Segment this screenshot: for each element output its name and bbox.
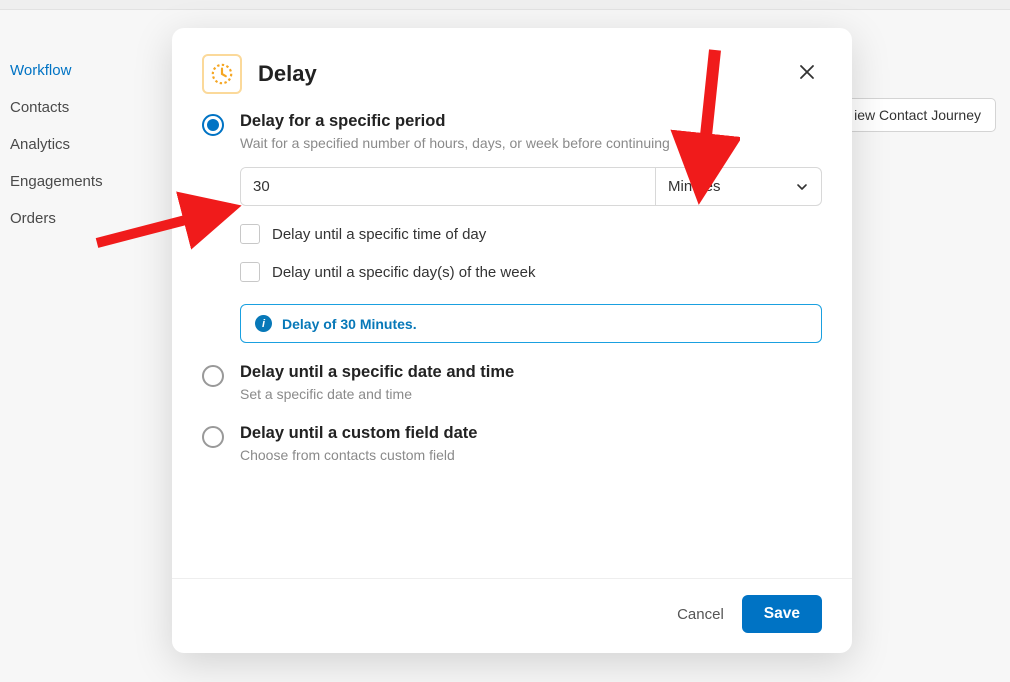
option-specific-date-time-subtitle: Set a specific date and time xyxy=(240,386,514,402)
cancel-button[interactable]: Cancel xyxy=(677,606,724,623)
checkbox-row-day-of-week[interactable]: Delay until a specific day(s) of the wee… xyxy=(240,262,822,282)
top-border xyxy=(0,0,1010,10)
delay-amount-input[interactable] xyxy=(241,168,655,205)
sidebar-item-contacts[interactable]: Contacts xyxy=(8,89,158,126)
close-icon xyxy=(798,63,816,81)
delay-summary-text: Delay of 30 Minutes. xyxy=(282,316,417,332)
sidebar-item-workflow[interactable]: Workflow xyxy=(8,52,158,89)
sidebar: Workflow Contacts Analytics Engagements … xyxy=(8,52,158,237)
checkbox-day-of-week-label: Delay until a specific day(s) of the wee… xyxy=(272,264,535,281)
info-icon: i xyxy=(255,315,272,332)
radio-specific-date-time[interactable] xyxy=(202,365,224,387)
sidebar-item-analytics[interactable]: Analytics xyxy=(8,126,158,163)
radio-custom-field-date[interactable] xyxy=(202,426,224,448)
radio-specific-period[interactable] xyxy=(202,114,224,136)
option-custom-field-date-subtitle: Choose from contacts custom field xyxy=(240,447,477,463)
option-specific-date-time[interactable]: Delay until a specific date and time Set… xyxy=(202,363,822,402)
option-specific-period-title: Delay for a specific period xyxy=(240,112,670,131)
chevron-down-icon xyxy=(795,180,809,194)
modal-footer: Cancel Save xyxy=(172,578,852,653)
sidebar-item-engagements[interactable]: Engagements xyxy=(8,163,158,200)
checkbox-row-time-of-day[interactable]: Delay until a specific time of day xyxy=(240,224,822,244)
sidebar-item-orders[interactable]: Orders xyxy=(8,200,158,237)
close-button[interactable] xyxy=(792,57,822,92)
option-specific-date-time-title: Delay until a specific date and time xyxy=(240,363,514,382)
checkbox-time-of-day-label: Delay until a specific time of day xyxy=(272,226,486,243)
save-button[interactable]: Save xyxy=(742,595,822,633)
option-custom-field-date-title: Delay until a custom field date xyxy=(240,424,477,443)
delay-unit-select[interactable]: Minutes xyxy=(655,168,821,205)
delay-icon xyxy=(202,54,242,94)
view-contact-journey-label: iew Contact Journey xyxy=(854,107,981,123)
modal-title: Delay xyxy=(258,61,317,87)
delay-summary-banner: i Delay of 30 Minutes. xyxy=(240,304,822,343)
delay-unit-selected: Minutes xyxy=(668,178,721,195)
option-specific-period-subtitle: Wait for a specified number of hours, da… xyxy=(240,135,670,151)
checkbox-time-of-day[interactable] xyxy=(240,224,260,244)
modal-header: Delay xyxy=(202,54,822,94)
delay-input-row: Minutes xyxy=(240,167,822,206)
option-custom-field-date[interactable]: Delay until a custom field date Choose f… xyxy=(202,424,822,463)
checkbox-day-of-week[interactable] xyxy=(240,262,260,282)
option-specific-period[interactable]: Delay for a specific period Wait for a s… xyxy=(202,112,822,151)
delay-modal: Delay Delay for a specific period Wait f… xyxy=(172,28,852,653)
view-contact-journey-button[interactable]: iew Contact Journey xyxy=(839,98,996,132)
